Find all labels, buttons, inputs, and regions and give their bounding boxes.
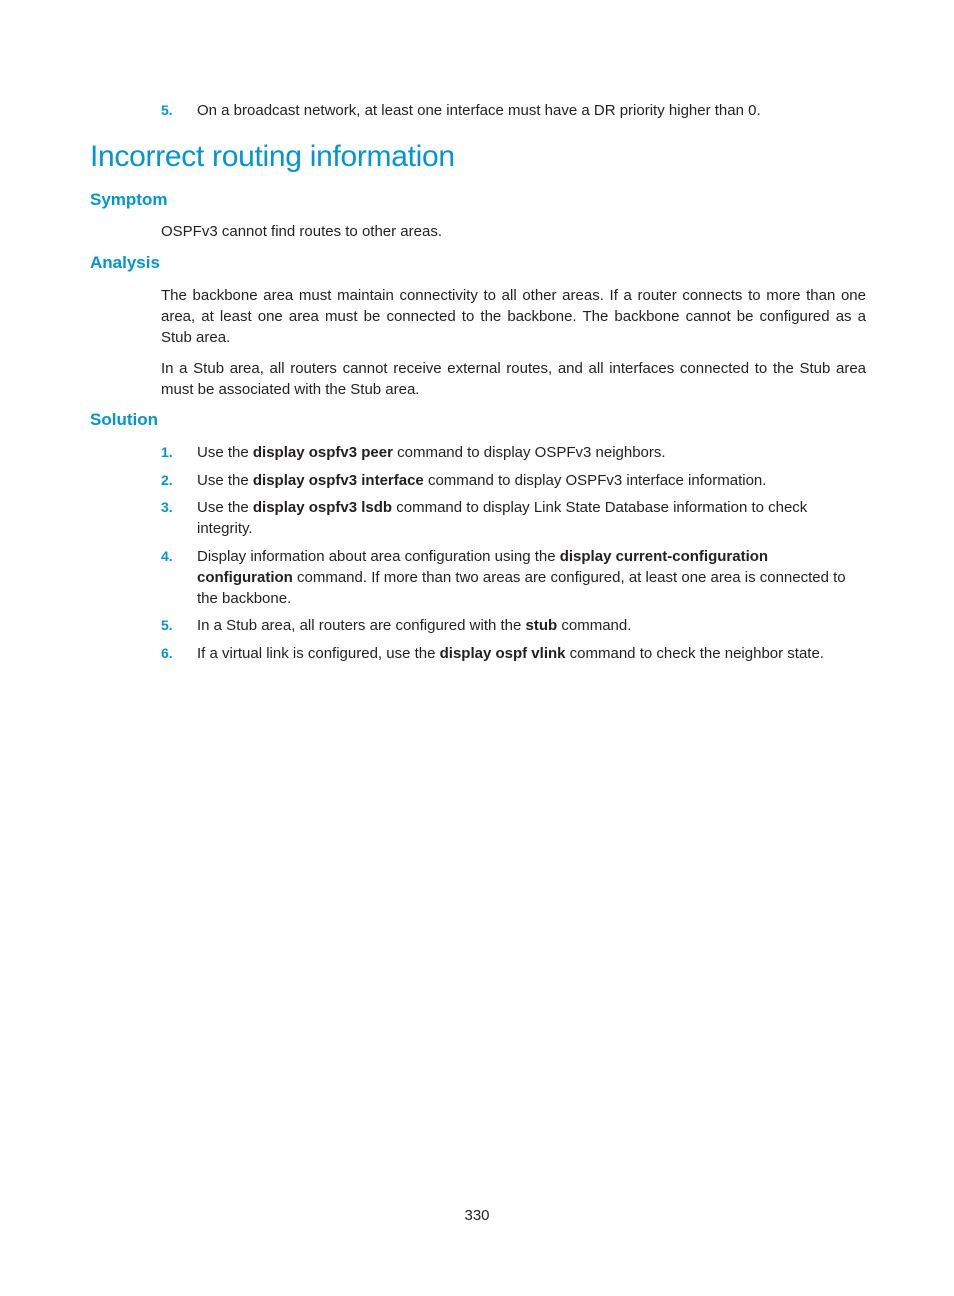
list-number: 2. <box>161 472 173 488</box>
item-text: command. If more than two areas are conf… <box>197 569 846 607</box>
solution-item-4: 4. Display information about area config… <box>161 546 866 609</box>
analysis-paragraph-1: The backbone area must maintain connecti… <box>161 287 866 346</box>
command-name: display ospfv3 lsdb <box>252 499 393 516</box>
section-title: Incorrect routing information <box>90 140 455 173</box>
document-page: 5. On a broadcast network, at least one … <box>0 0 954 1296</box>
list-number: 5. <box>161 617 173 633</box>
item-text: command to display OSPFv3 interface info… <box>423 472 767 489</box>
list-number: 1. <box>161 444 173 460</box>
item-text: Use the <box>197 444 253 461</box>
symptom-text: OSPFv3 cannot find routes to other areas… <box>161 223 442 240</box>
list-number: 6. <box>161 645 173 661</box>
command-name: display ospfv3 peer <box>252 444 393 461</box>
solution-item-5: 5. In a Stub area, all routers are confi… <box>161 615 866 636</box>
command-name: display ospf vlink <box>439 645 566 662</box>
list-text: On a broadcast network, at least one int… <box>197 102 761 119</box>
solution-item-2: 2. Use the display ospfv3 interface comm… <box>161 470 866 491</box>
item-text: command to check the neighbor state. <box>565 645 824 662</box>
item-text: Display information about area configura… <box>197 548 560 565</box>
list-item-prev: 5. On a broadcast network, at least one … <box>161 100 866 121</box>
solution-heading: Solution <box>90 410 158 429</box>
item-text: If a virtual link is configured, use the <box>197 645 440 662</box>
solution-item-3: 3. Use the display ospfv3 lsdb command t… <box>161 497 866 539</box>
item-text: In a Stub area, all routers are configur… <box>197 617 526 634</box>
list-number: 5. <box>161 102 173 118</box>
list-number: 4. <box>161 548 173 564</box>
list-number: 3. <box>161 499 173 515</box>
analysis-paragraph-2: In a Stub area, all routers cannot recei… <box>161 360 866 398</box>
analysis-heading: Analysis <box>90 253 160 272</box>
page-number: 330 <box>464 1207 490 1224</box>
solution-item-6: 6. If a virtual link is configured, use … <box>161 643 866 664</box>
command-name: stub <box>525 617 558 634</box>
item-text: command. <box>557 617 632 634</box>
item-text: Use the <box>197 499 253 516</box>
solution-item-1: 1. Use the display ospfv3 peer command t… <box>161 442 866 463</box>
item-text: command to display OSPFv3 neighbors. <box>392 444 666 461</box>
command-name: display ospfv3 interface <box>252 472 424 489</box>
symptom-heading: Symptom <box>90 190 168 209</box>
item-text: Use the <box>197 472 253 489</box>
